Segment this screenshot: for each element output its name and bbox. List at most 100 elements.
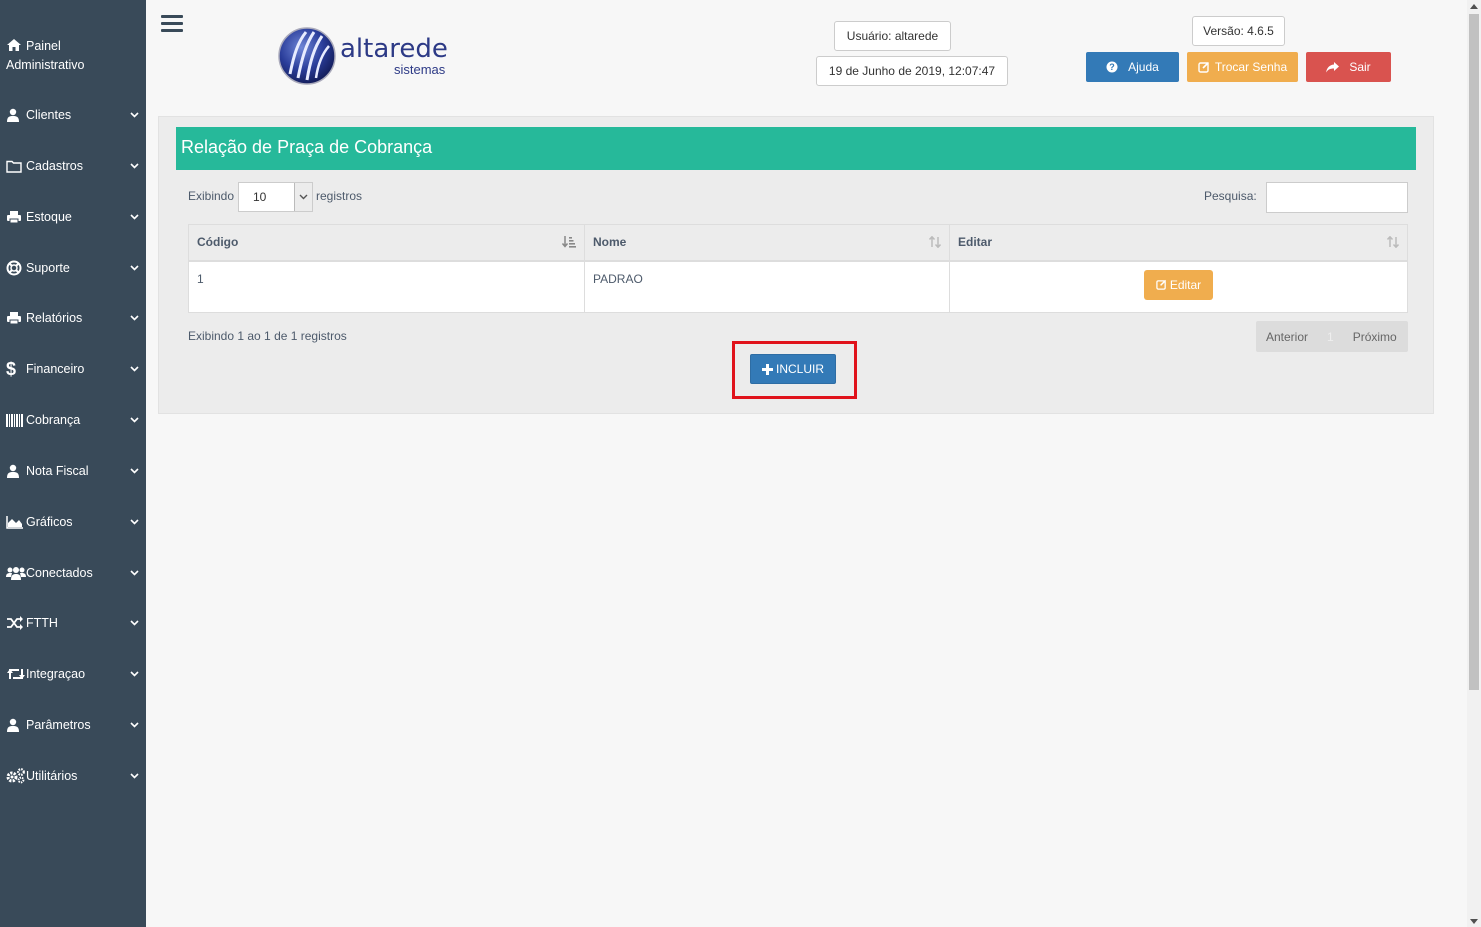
user-icon [0,464,26,478]
sidebar-item-label: FTTH [26,616,58,630]
pagination: Anterior 1 Próximo [1256,321,1408,352]
logo-globe-icon [278,27,336,85]
column-header-editar[interactable]: Editar [949,224,1408,262]
table-info: Exibindo 1 ao 1 de 1 registros [188,329,347,343]
sidebar-item-label: Gráficos [26,515,73,529]
sidebar-item-conectados[interactable]: Conectados [0,558,146,588]
page-length-value: 10 [253,190,267,204]
sidebar-item-label: Estoque [26,210,72,224]
lifebuoy-icon [0,260,26,276]
sidebar-item-suporte[interactable]: Suporte [0,253,146,283]
search-input[interactable] [1266,182,1408,213]
dollar-icon: $ [6,358,17,379]
logout-button-label: Sair [1349,60,1371,74]
sidebar-item-label: Utilitários [26,769,78,783]
chevron-down-icon [122,722,146,728]
share-icon [1326,61,1340,73]
edit-icon [1198,61,1210,73]
sidebar-home-link[interactable]: Painel Administrativo [6,38,136,74]
sidebar-item-estoque[interactable]: Estoque [0,202,146,232]
sidebar-item-integracao[interactable]: Integraçao [0,659,146,689]
cell-codigo: 1 [188,260,585,313]
plus-icon [761,363,773,375]
column-header-codigo[interactable]: Código [188,224,585,262]
question-circle-icon: ? [1106,61,1118,73]
barcode-icon [0,413,26,427]
area-chart-icon [0,515,26,529]
column-header-label: Editar [958,235,993,250]
version-label: Versão: 4.6.5 [1192,16,1285,46]
add-button-label: INCLUIR [775,362,824,376]
chevron-down-icon [122,265,146,271]
search-label: Pesquisa: [1204,189,1257,203]
column-header-nome[interactable]: Nome [584,224,950,262]
pagination-current[interactable]: 1 [1327,330,1334,344]
sidebar-item-label: Nota Fiscal [26,464,89,478]
pagination-next[interactable]: Próximo [1353,330,1397,344]
cogs-icon [0,768,26,784]
print-icon [0,311,26,325]
sidebar-item-label: Cadastros [26,159,83,173]
page-length-suffix: registros [316,189,363,203]
logout-button[interactable]: Sair [1306,52,1391,82]
scrollbar-thumb[interactable] [1469,14,1479,690]
sidebar-item-label: Relatórios [26,311,83,325]
chevron-down-icon [122,417,146,423]
sidebar-item-nota-fiscal[interactable]: Nota Fiscal [0,456,146,486]
sidebar-item-financeiro[interactable]: $ Financeiro [0,354,146,384]
change-password-button-label: Trocar Senha [1214,60,1288,74]
change-password-button[interactable]: Trocar Senha [1187,52,1298,82]
help-button[interactable]: ? Ajuda [1086,52,1179,82]
sidebar-item-label: Suporte [26,261,70,275]
user-icon [0,108,26,122]
sidebar-item-parametros[interactable]: Parâmetros [0,710,146,740]
scroll-down-icon[interactable] [1470,919,1478,924]
sidebar-item-label: Conectados [26,566,93,580]
cell-editar: Editar [949,260,1408,313]
sidebar-item-relatorios[interactable]: Relatórios [0,303,146,333]
sidebar-item-clientes[interactable]: Clientes [0,100,146,130]
edit-button[interactable]: Editar [1144,269,1213,300]
vertical-scrollbar[interactable] [1467,0,1481,927]
user-icon [0,718,26,732]
chevron-down-icon [122,519,146,525]
sidebar-item-label: Parâmetros [26,718,91,732]
sidebar-item-graficos[interactable]: Gráficos [0,507,146,537]
chevron-down-icon [122,468,146,474]
sort-icon [1386,235,1400,251]
sidebar-item-cobranca[interactable]: Cobrança [0,405,146,435]
datetime-label: 19 de Junho de 2019, 12:07:47 [816,56,1008,86]
chevron-down-icon [122,315,146,321]
sidebar-item-cadastros[interactable]: Cadastros [0,151,146,181]
page-length-select[interactable]: 10 [238,182,313,212]
pagination-previous[interactable]: Anterior [1266,330,1308,344]
table-row: 1 PADRAO Editar [188,260,1408,313]
edit-button-label: Editar [1169,277,1202,292]
home-icon [6,38,26,57]
company-logo: altarede sistemas [276,24,466,88]
column-header-label: Código [197,235,239,250]
menu-toggle-icon[interactable] [161,15,183,33]
sort-amount-asc-icon [561,236,576,251]
add-button[interactable]: INCLUIR [750,354,836,384]
sidebar-item-label: Clientes [26,108,72,122]
chevron-down-icon [122,163,146,169]
sidebar-item-ftth[interactable]: FTTH [0,608,146,638]
scroll-up-icon[interactable] [1470,4,1478,9]
cell-nome: PADRAO [584,260,950,313]
data-table: Código Nome Editar 1 PADRAO Editar [188,224,1408,313]
chevron-down-icon [122,366,146,372]
retweet-icon [0,667,26,681]
chevron-down-icon [122,214,146,220]
folder-icon [0,160,26,173]
sidebar-item-label: Integraçao [26,667,86,681]
chevron-down-icon [122,112,146,118]
chevron-down-icon [122,620,146,626]
svg-text:?: ? [1109,62,1115,72]
sidebar: Painel Administrativo Clientes Cadastros… [0,0,146,927]
page-title: Relação de Praça de Cobrança [176,127,1416,170]
chevron-down-icon [294,183,312,211]
column-header-label: Nome [593,235,627,250]
users-icon [0,566,26,580]
sidebar-item-utilitarios[interactable]: Utilitários [0,761,146,791]
